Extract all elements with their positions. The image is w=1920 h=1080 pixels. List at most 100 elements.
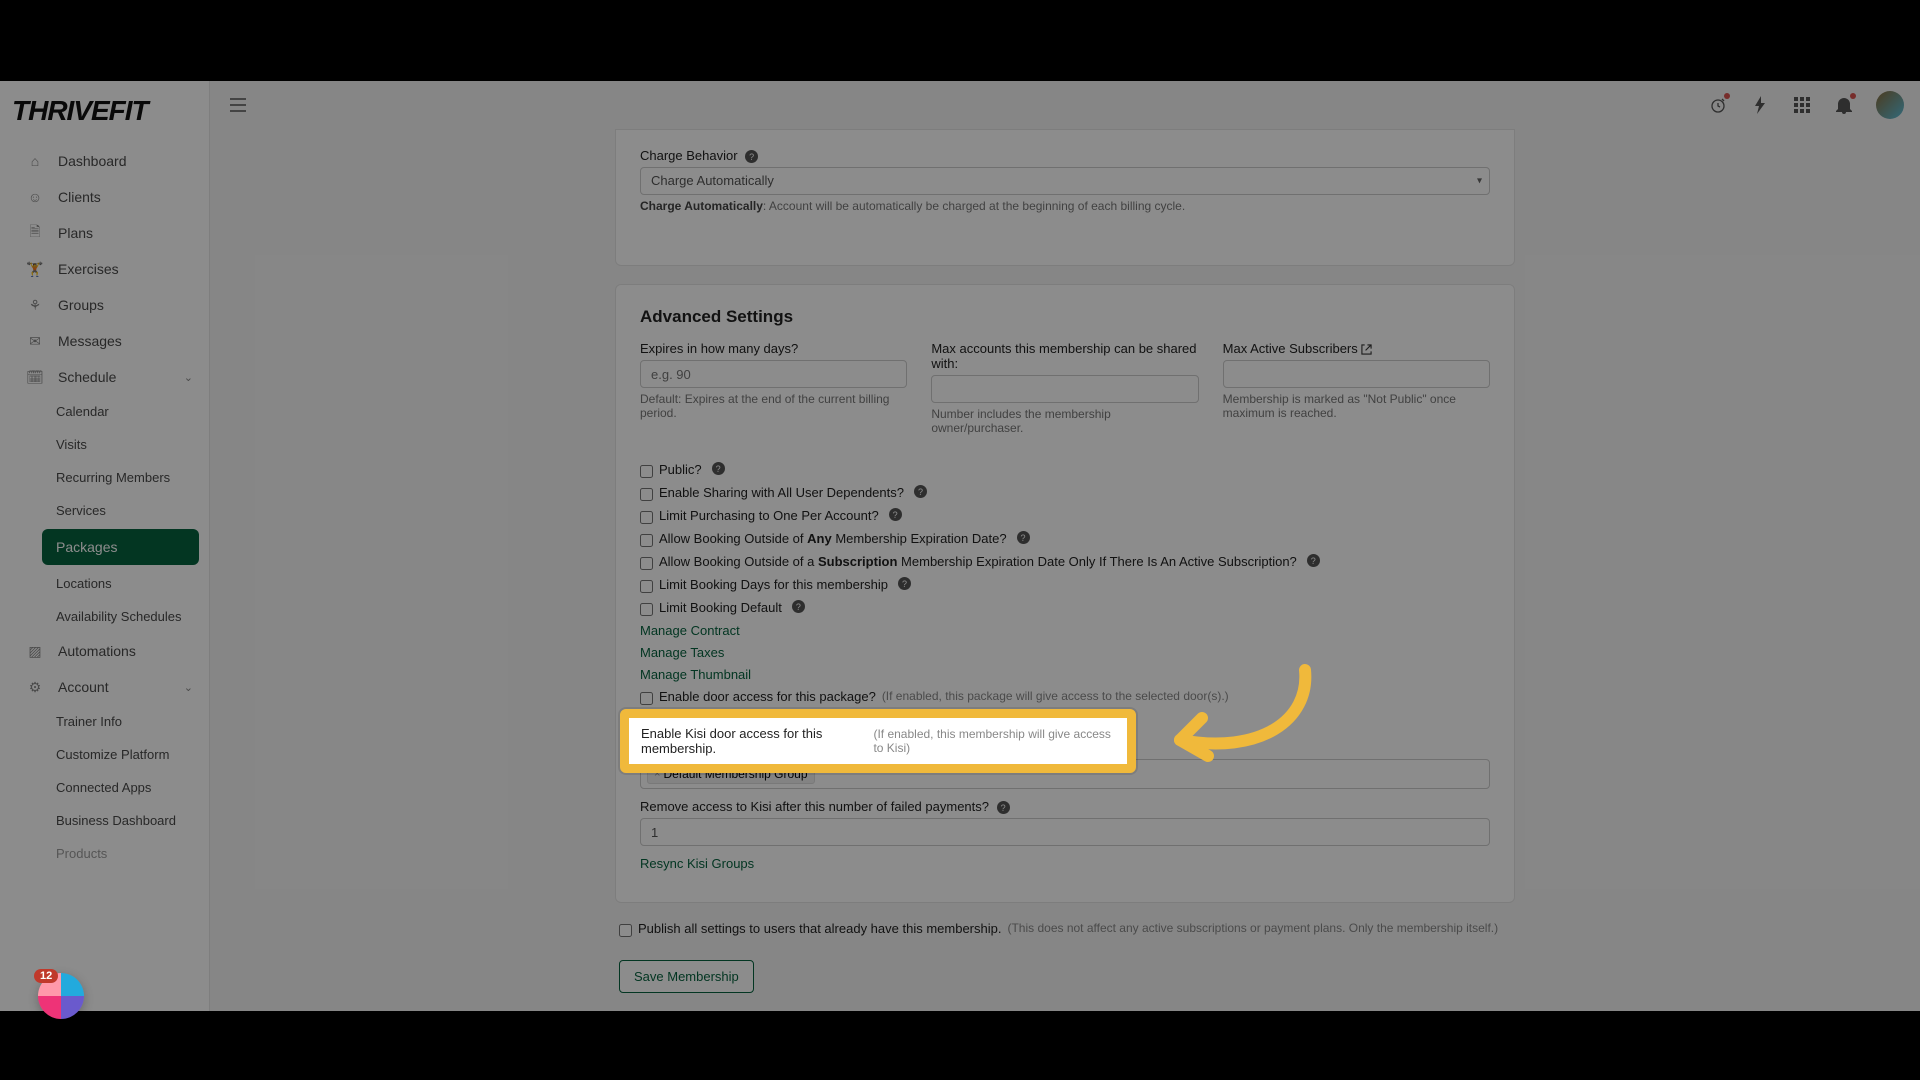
sidebar-item-customize-platform[interactable]: Customize Platform bbox=[0, 738, 209, 771]
sidebar-item-account[interactable]: ⚙Account⌄ bbox=[0, 669, 209, 705]
manage-thumbnail-link[interactable]: Manage Thumbnail bbox=[640, 667, 1490, 682]
max-accounts-input[interactable] bbox=[931, 375, 1198, 403]
remove-access-input[interactable] bbox=[640, 818, 1490, 846]
help-icon[interactable]: ? bbox=[997, 801, 1010, 814]
max-active-help: Membership is marked as "Not Public" onc… bbox=[1223, 392, 1490, 420]
help-icon[interactable]: ? bbox=[712, 462, 725, 475]
sidebar-item-schedule[interactable]: 🗓Schedule⌄ bbox=[0, 359, 209, 395]
sidebar-item-products[interactable]: Products bbox=[0, 837, 209, 870]
expires-input[interactable] bbox=[640, 360, 907, 388]
max-accounts-label: Max accounts this membership can be shar… bbox=[931, 341, 1198, 371]
sidebar-item-locations[interactable]: Locations bbox=[0, 567, 209, 600]
bolt-icon[interactable] bbox=[1750, 95, 1770, 115]
home-icon: ⌂ bbox=[26, 152, 44, 170]
help-icon[interactable]: ? bbox=[898, 577, 911, 590]
timer-icon[interactable] bbox=[1708, 95, 1728, 115]
notification-icon[interactable] bbox=[1834, 95, 1854, 115]
help-icon[interactable]: ? bbox=[914, 485, 927, 498]
manage-contract-link[interactable]: Manage Contract bbox=[640, 623, 1490, 638]
sidebar-item-label: Services bbox=[56, 503, 106, 518]
enable-kisi-hint: (If enabled, this membership will give a… bbox=[873, 727, 1115, 755]
max-accounts-help: Number includes the membership owner/pur… bbox=[931, 407, 1198, 435]
chevron-down-icon: ⌄ bbox=[184, 681, 193, 694]
sidebar-item-trainer-info[interactable]: Trainer Info bbox=[0, 705, 209, 738]
allow-any-label: Allow Booking Outside of Any Membership … bbox=[659, 531, 1007, 546]
resync-kisi-link[interactable]: Resync Kisi Groups bbox=[640, 856, 1490, 871]
advanced-settings-card: Advanced Settings Expires in how many da… bbox=[615, 284, 1515, 903]
publish-hint: (This does not affect any active subscri… bbox=[1007, 921, 1498, 935]
sharing-checkbox[interactable] bbox=[640, 488, 653, 501]
enable-kisi-label: Enable Kisi door access for this members… bbox=[641, 726, 867, 756]
sidebar: THRIVEFIT ⌂ Dashboard ☺Clients 🗎Plans 🏋 Ex… bbox=[0, 81, 210, 1011]
sidebar-item-dashboard[interactable]: ⌂ Dashboard bbox=[0, 143, 209, 179]
sidebar-item-label: Locations bbox=[56, 576, 112, 591]
enable-door-label: Enable door access for this package? bbox=[659, 689, 876, 704]
help-icon[interactable]: ? bbox=[745, 150, 758, 163]
sidebar-item-clients[interactable]: ☺Clients bbox=[0, 179, 209, 215]
expires-help: Default: Expires at the end of the curre… bbox=[640, 392, 907, 420]
sidebar-item-label: Packages bbox=[56, 539, 117, 555]
users-icon: ⚘ bbox=[26, 296, 44, 314]
sidebar-item-label: Products bbox=[56, 846, 107, 861]
sidebar-item-connected-apps[interactable]: Connected Apps bbox=[0, 771, 209, 804]
sidebar-item-label: Calendar bbox=[56, 404, 109, 419]
external-link-icon bbox=[1361, 344, 1372, 355]
enable-kisi-callout: Enable Kisi door access for this members… bbox=[620, 709, 1136, 773]
sidebar-item-plans[interactable]: 🗎Plans bbox=[0, 215, 209, 251]
chevron-down-icon: ⌄ bbox=[184, 371, 193, 384]
limit-one-checkbox[interactable] bbox=[640, 511, 653, 524]
publish-checkbox[interactable] bbox=[619, 924, 632, 937]
sidebar-item-groups[interactable]: ⚘ Groups bbox=[0, 287, 209, 323]
charge-behavior-label: Charge Behavior ? bbox=[640, 148, 1490, 163]
sidebar-item-recurring-members[interactable]: Recurring Members bbox=[0, 461, 209, 494]
sidebar-item-messages[interactable]: ✉Messages bbox=[0, 323, 209, 359]
dumbbell-icon: 🏋 bbox=[26, 260, 44, 278]
enable-door-checkbox[interactable] bbox=[640, 692, 653, 705]
avatar[interactable] bbox=[1876, 91, 1904, 119]
brand-logo: THRIVEFIT bbox=[0, 81, 209, 139]
help-icon[interactable]: ? bbox=[1017, 531, 1030, 544]
sidebar-item-services[interactable]: Services bbox=[0, 494, 209, 527]
sidebar-item-availability-schedules[interactable]: Availability Schedules bbox=[0, 600, 209, 633]
charge-behavior-help: Charge Automatically: Account will be au… bbox=[640, 199, 1490, 213]
grid-icon[interactable] bbox=[1792, 95, 1812, 115]
sharing-label: Enable Sharing with All User Dependents? bbox=[659, 485, 904, 500]
help-icon[interactable]: ? bbox=[889, 508, 902, 521]
manage-taxes-link[interactable]: Manage Taxes bbox=[640, 645, 1490, 660]
allow-sub-checkbox[interactable] bbox=[640, 557, 653, 570]
sidebar-item-visits[interactable]: Visits bbox=[0, 428, 209, 461]
help-icon[interactable]: ? bbox=[792, 600, 805, 613]
advanced-settings-title: Advanced Settings bbox=[640, 307, 1490, 327]
clipboard-icon: 🗎 bbox=[26, 224, 44, 242]
publish-label: Publish all settings to users that alrea… bbox=[638, 921, 1001, 936]
charge-behavior-select[interactable]: Charge Automatically bbox=[640, 167, 1490, 195]
sidebar-item-label: Schedule bbox=[58, 369, 116, 385]
menu-toggle-button[interactable] bbox=[226, 93, 250, 117]
sidebar-item-exercises[interactable]: 🏋 Exercises bbox=[0, 251, 209, 287]
sidebar-item-label: Automations bbox=[58, 643, 136, 659]
sidebar-item-calendar[interactable]: Calendar bbox=[0, 395, 209, 428]
allow-sub-label: Allow Booking Outside of a Subscription … bbox=[659, 554, 1297, 569]
enable-door-hint: (If enabled, this package will give acce… bbox=[882, 689, 1229, 703]
save-membership-button[interactable]: Save Membership bbox=[619, 960, 754, 993]
limit-days-checkbox[interactable] bbox=[640, 580, 653, 593]
sidebar-item-packages[interactable]: Packages bbox=[42, 529, 199, 565]
expires-label: Expires in how many days? bbox=[640, 341, 907, 356]
sidebar-item-business-dashboard[interactable]: Business Dashboard bbox=[0, 804, 209, 837]
sidebar-item-label: Messages bbox=[58, 333, 122, 349]
help-widget[interactable]: 12 bbox=[38, 973, 84, 1019]
sidebar-item-label: Groups bbox=[58, 297, 104, 313]
public-checkbox[interactable] bbox=[640, 465, 653, 478]
sidebar-item-label: Connected Apps bbox=[56, 780, 151, 795]
sidebar-item-label: Account bbox=[58, 679, 109, 695]
limit-default-checkbox[interactable] bbox=[640, 603, 653, 616]
allow-any-checkbox[interactable] bbox=[640, 534, 653, 547]
sidebar-item-label: Dashboard bbox=[58, 153, 127, 169]
sidebar-item-label: Exercises bbox=[58, 261, 119, 277]
sidebar-item-automations[interactable]: ▨Automations bbox=[0, 633, 209, 669]
max-active-input[interactable] bbox=[1223, 360, 1490, 388]
help-icon[interactable]: ? bbox=[1307, 554, 1320, 567]
limit-one-label: Limit Purchasing to One Per Account? bbox=[659, 508, 879, 523]
limit-default-label: Limit Booking Default bbox=[659, 600, 782, 615]
topbar bbox=[210, 81, 1920, 129]
